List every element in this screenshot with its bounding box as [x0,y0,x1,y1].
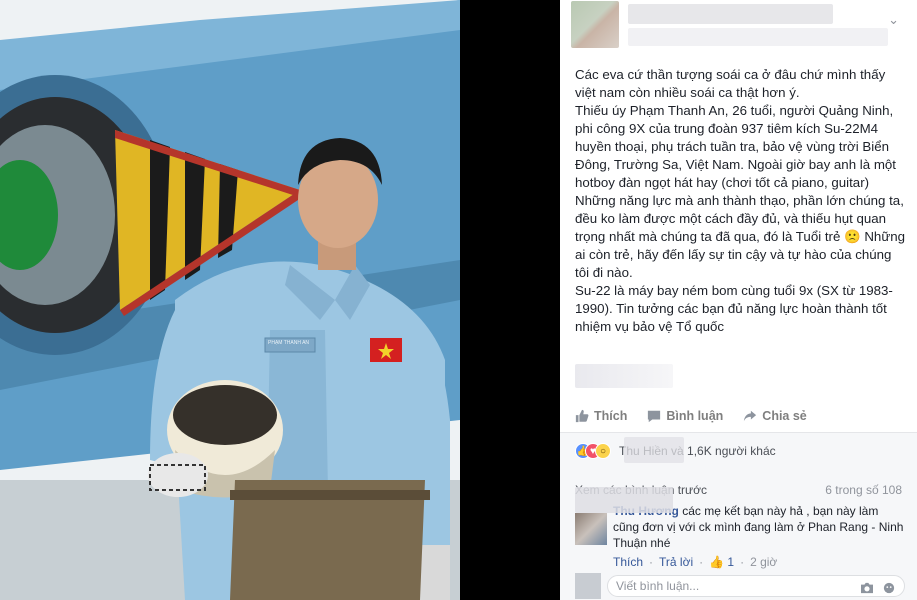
share-arrow-icon [744,410,757,422]
author-name-blurred[interactable] [628,4,833,24]
post-text: Các eva cứ thần tượng soái ca ở đâu chứ … [575,66,905,336]
comment-count: 6 trong số 108 [825,483,902,497]
pilot-photo-illustration [0,0,460,600]
share-label: Chia sẻ [762,409,807,423]
sticker-icon[interactable] [882,582,896,594]
thumbs-up-icon [575,409,589,423]
write-comment-box: Viết bình luận... [575,573,905,599]
post-paragraph: Thiếu úy Phạm Thanh An, 26 tuổi, người Q… [575,103,897,190]
post-paragraph: Các eva cứ thần tượng soái ca ở đâu chứ … [575,67,886,100]
post-timestamp-blurred[interactable] [628,28,888,46]
comment-button[interactable]: Bình luận [647,406,723,426]
commenter-avatar[interactable] [575,513,607,545]
post-paragraph: Su-22 là máy bay ném bom cùng tuổi 9x (S… [575,283,893,334]
separator-dot: · [649,555,654,569]
reaction-icons: 👍 ♥ ○ [575,443,611,459]
separator-dot: · [740,555,745,569]
post-text-blurred-tail [575,364,673,388]
comment-author-blurred [575,487,673,513]
camera-icon[interactable] [860,582,874,594]
share-button[interactable]: Chia sẻ [743,406,807,426]
comment-like-link[interactable]: Thích [613,555,643,569]
author-avatar[interactable] [571,1,619,48]
post-paragraph: Những năng lực mà anh thành thạo, phần l… [575,193,906,280]
like-button[interactable]: Thích [575,406,627,426]
photo-viewer-gutter [460,0,560,600]
name-tag-text: PHẠM THANH AN [268,340,310,346]
comment-input-icons [860,582,896,594]
comment-like-count-value: 1 [727,555,735,569]
reaction-name-blurred [624,437,684,463]
comment-input[interactable]: Viết bình luận... [607,575,905,597]
post-side-panel: ⌄ Các eva cứ thần tượng soái ca ở đâu ch… [560,0,917,600]
comment-reply-link[interactable]: Trả lời [659,555,693,569]
comment-input-placeholder: Viết bình luận... [616,579,700,593]
comment-label: Bình luận [666,409,724,423]
chevron-down-icon[interactable]: ⌄ [888,12,899,28]
like-label: Thích [594,409,628,423]
comment-actions: Thích · Trả lời · 👍 1 · 2 giờ [613,555,777,569]
comment-like-count[interactable]: 👍 1 [709,555,734,569]
wow-reaction-icon: ○ [595,443,611,459]
comment-time[interactable]: 2 giờ [750,555,777,569]
separator-dot: · [699,555,704,569]
comment-icon [648,410,661,423]
current-user-avatar [575,573,601,599]
post-action-bar: Thích Bình luận Chia sẻ [575,406,807,426]
comments-area: 👍 ♥ ○ Thu Hiền và 1,6K người khác Xem cá… [560,432,917,600]
post-photo[interactable]: PHẠM THANH AN [0,0,460,600]
